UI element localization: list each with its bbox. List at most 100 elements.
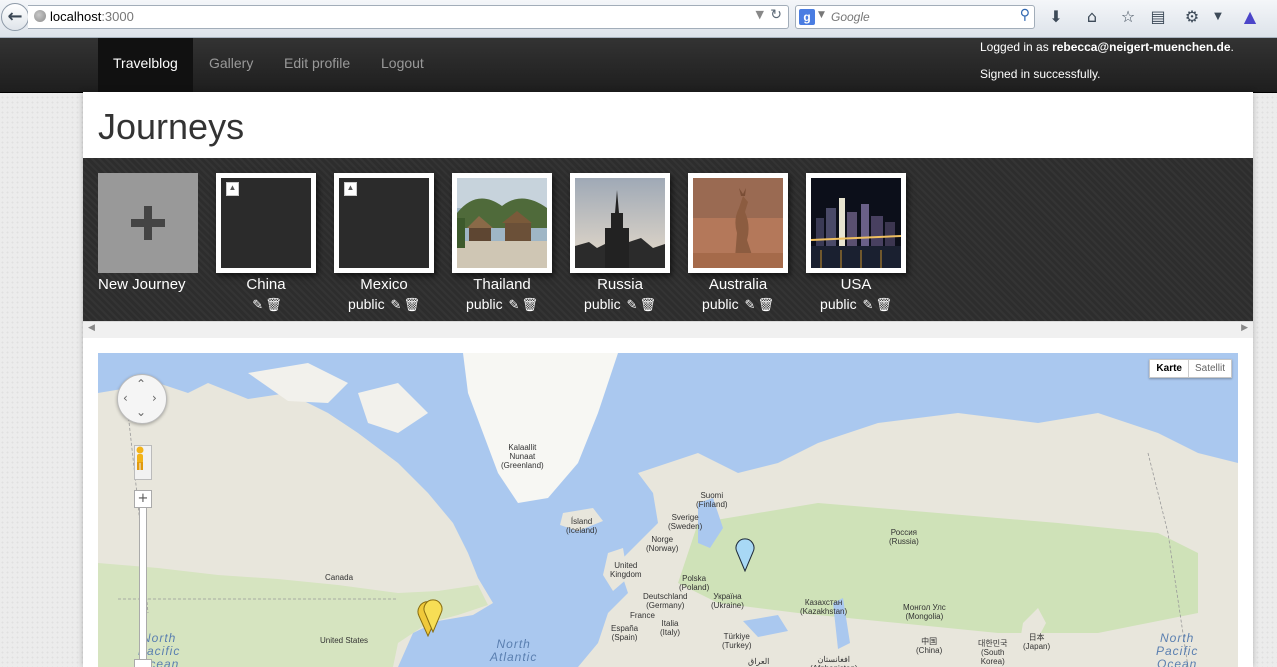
addon-icon[interactable]: ⚙ [1182, 7, 1202, 27]
nav-logout[interactable]: Logout [366, 38, 439, 92]
trash-icon[interactable]: 🗑 [639, 298, 656, 313]
map-label-afghanistan: افغانستان (Afghanistan) [810, 655, 858, 667]
journey-card: Australia public ✎ 🗑 [688, 173, 788, 313]
reload-icon[interactable]: ↻ [770, 7, 782, 23]
bookmarks-list-icon[interactable]: ▤ [1148, 7, 1168, 27]
nav-edit-profile[interactable]: Edit profile [269, 38, 365, 92]
journey-map[interactable]: Kalaallit Nunaat (Greenland) Suomi (Finl… [98, 353, 1238, 667]
new-journey-card[interactable]: New Journey [98, 173, 198, 293]
journey-title[interactable]: Russia [570, 276, 670, 293]
user-email: rebecca@neigert-muenchen.de [1052, 40, 1231, 54]
nav-travelblog[interactable]: Travelblog [98, 38, 193, 92]
journey-thumbnail[interactable]: ▲ [334, 173, 434, 273]
journey-thumbnail[interactable] [452, 173, 552, 273]
map-label-iraq: العراق [748, 657, 770, 666]
menu-dropdown-icon[interactable]: ▼ [1208, 7, 1228, 27]
pencil-icon[interactable]: ✎ [863, 298, 874, 313]
zoom-in-icon[interactable]: + [134, 490, 152, 508]
journey-thumbnail[interactable]: ▲ [216, 173, 316, 273]
search-engine-dropdown-icon[interactable]: ▼ [818, 10, 825, 20]
new-journey-label[interactable]: New Journey [98, 276, 198, 293]
australia-photo [693, 178, 783, 268]
downloads-icon[interactable]: ⬇ [1046, 7, 1066, 27]
journey-strip: New Journey ▲ China ✎ 🗑 ▲ Mexico public ✎… [83, 158, 1253, 321]
journey-card: Russia public ✎ 🗑 [570, 173, 670, 313]
journey-title[interactable]: Mexico [334, 276, 434, 293]
ocean-label-north-atlantic: North Atlantic [490, 637, 538, 664]
trash-icon[interactable]: 🗑 [521, 298, 538, 313]
app-navbar: Travelblog Gallery Edit profile Logout L… [0, 38, 1277, 93]
map-label-kazakhstan: Казахстан (Kazakhstan) [800, 598, 848, 616]
ocean-label-north-pacific-east: North Pacific Ocean [1156, 631, 1199, 667]
url-history-dropdown-icon[interactable]: ▼ [756, 8, 764, 21]
visibility-label: public [466, 296, 503, 312]
zoom-slider-knob[interactable] [134, 659, 152, 667]
google-engine-icon[interactable]: g [799, 9, 815, 25]
trash-icon[interactable]: 🗑 [875, 298, 892, 313]
map-marker-blue[interactable] [734, 536, 756, 572]
pencil-icon[interactable]: ✎ [509, 298, 520, 313]
broken-image-icon: ▲ [226, 182, 239, 196]
journey-title[interactable]: Thailand [452, 276, 552, 293]
bookmark-star-icon[interactable]: ☆ [1118, 7, 1138, 27]
map-label-germany: Deutschland (Germany) [643, 592, 688, 610]
map-type-satellit[interactable]: Satellit [1189, 360, 1231, 377]
back-arrow-icon[interactable]: ← [1, 3, 29, 31]
broken-image-icon: ▲ [344, 182, 357, 196]
map-marker-yellow[interactable] [422, 597, 444, 633]
pan-up-icon[interactable]: ⌃ [136, 377, 146, 391]
journey-card: ▲ Mexico public ✎ 🗑 [334, 173, 434, 313]
flash-message: Signed in successfully. [980, 67, 1101, 81]
scroll-left-icon[interactable]: ◀ [88, 323, 95, 333]
pan-left-icon[interactable]: ‹ [123, 391, 128, 405]
street-view-pegman[interactable] [134, 445, 152, 480]
usa-photo [811, 178, 901, 268]
map-label-france: France [630, 611, 655, 620]
map-label-turkey: Türkiye (Turkey) [722, 632, 752, 650]
upload-arrow-icon[interactable]: ▲ [1240, 7, 1260, 27]
url-text[interactable]: localhost:3000 [50, 9, 134, 24]
journey-actions: public ✎ 🗑 [806, 296, 906, 313]
pencil-icon[interactable]: ✎ [627, 298, 638, 313]
url-bar[interactable]: localhost:3000 ▼ ↻ [28, 5, 789, 29]
journey-title[interactable]: China [216, 276, 316, 293]
map-label-canada: Canada [325, 573, 354, 582]
pan-control[interactable]: ⌃ ⌄ ‹ › [117, 374, 167, 424]
search-placeholder[interactable]: Google [831, 10, 870, 24]
search-bar[interactable]: g ▼ Google ⚲ [795, 5, 1035, 29]
home-icon[interactable]: ⌂ [1082, 7, 1102, 27]
journey-actions: public ✎ 🗑 [688, 296, 788, 313]
page-title: Journeys [98, 106, 245, 147]
map-label-finland: Suomi (Finland) [696, 491, 728, 509]
visibility-label: public [702, 296, 739, 312]
journey-thumbnail[interactable] [570, 173, 670, 273]
trash-icon[interactable]: 🗑 [265, 298, 282, 313]
trash-icon[interactable]: 🗑 [403, 298, 420, 313]
journey-thumbnail[interactable] [688, 173, 788, 273]
horizontal-scrollbar[interactable]: ◀ ▶ [83, 321, 1253, 338]
map-label-japan: 日本 (Japan) [1023, 633, 1051, 651]
pencil-icon[interactable]: ✎ [252, 298, 263, 313]
journey-title[interactable]: Australia [688, 276, 788, 293]
search-magnifier-icon[interactable]: ⚲ [1020, 7, 1030, 23]
trash-icon[interactable]: 🗑 [757, 298, 774, 313]
new-journey-button[interactable] [98, 173, 198, 273]
browser-toolbar: ← localhost:3000 ▼ ↻ g ▼ Google ⚲ ⬇ ⌂ ☆ … [0, 0, 1277, 38]
map-label-russia: Россия (Russia) [889, 528, 919, 546]
map-label-uk: United Kingdom [610, 561, 642, 579]
map-label-poland: Polska (Poland) [679, 574, 710, 592]
journey-thumbnail[interactable] [806, 173, 906, 273]
map-label-iceland: Ísland (Iceland) [566, 517, 598, 535]
zoom-slider-track[interactable] [139, 491, 147, 667]
scroll-right-icon[interactable]: ▶ [1241, 323, 1248, 333]
map-label-mongolia: Монгол Улс (Mongolia) [903, 603, 946, 621]
pencil-icon[interactable]: ✎ [745, 298, 756, 313]
map-type-karte[interactable]: Karte [1150, 360, 1189, 377]
journey-actions: public ✎ 🗑 [452, 296, 552, 313]
pan-right-icon[interactable]: › [152, 391, 157, 405]
journey-title[interactable]: USA [806, 276, 906, 293]
pencil-icon[interactable]: ✎ [391, 298, 402, 313]
pan-down-icon[interactable]: ⌄ [136, 405, 146, 419]
nav-gallery[interactable]: Gallery [194, 38, 268, 92]
journey-card: Thailand public ✎ 🗑 [452, 173, 552, 313]
